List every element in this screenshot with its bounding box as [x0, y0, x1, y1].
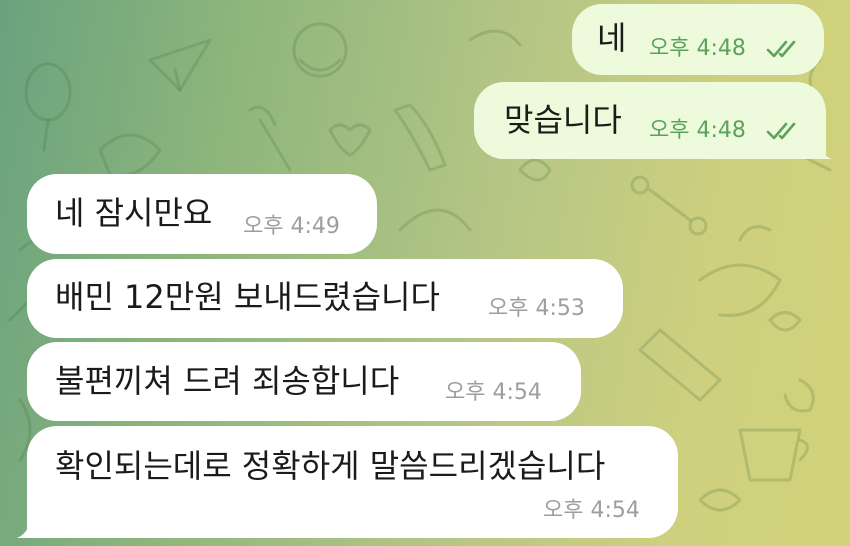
message-time: 오후 4:48	[649, 118, 746, 143]
message-text: 배민 12만원 보내드렸습니다	[55, 278, 440, 316]
message-text: 확인되는데로 정확하게 말씀드리겠습니다	[55, 447, 606, 485]
incoming-message[interactable]: 네 잠시만요 오후 4:49	[27, 174, 377, 254]
message-time: 오후 4:54	[445, 380, 542, 405]
message-text: 맞습니다	[504, 101, 622, 139]
message-time: 오후 4:54	[543, 498, 640, 523]
incoming-message[interactable]: 불편끼쳐 드려 죄송합니다 오후 4:54	[27, 342, 581, 421]
bubble-tail	[818, 139, 832, 159]
message-time: 오후 4:49	[243, 214, 340, 239]
message-time: 오후 4:53	[488, 296, 585, 321]
incoming-message[interactable]: 확인되는데로 정확하게 말씀드리겠습니다 오후 4:54	[27, 426, 678, 538]
message-text: 네 잠시만요	[55, 194, 213, 232]
read-double-check-icon	[766, 40, 796, 58]
message-time: 오후 4:48	[649, 36, 746, 61]
bubble-tail	[17, 517, 31, 538]
message-text: 네	[597, 19, 627, 57]
incoming-message[interactable]: 배민 12만원 보내드렸습니다 오후 4:53	[27, 259, 623, 338]
outgoing-message[interactable]: 네 오후 4:48	[572, 4, 824, 75]
outgoing-message[interactable]: 맞습니다 오후 4:48	[474, 82, 826, 159]
message-text: 불편끼쳐 드려 죄송합니다	[55, 362, 400, 400]
read-double-check-icon	[766, 122, 796, 140]
